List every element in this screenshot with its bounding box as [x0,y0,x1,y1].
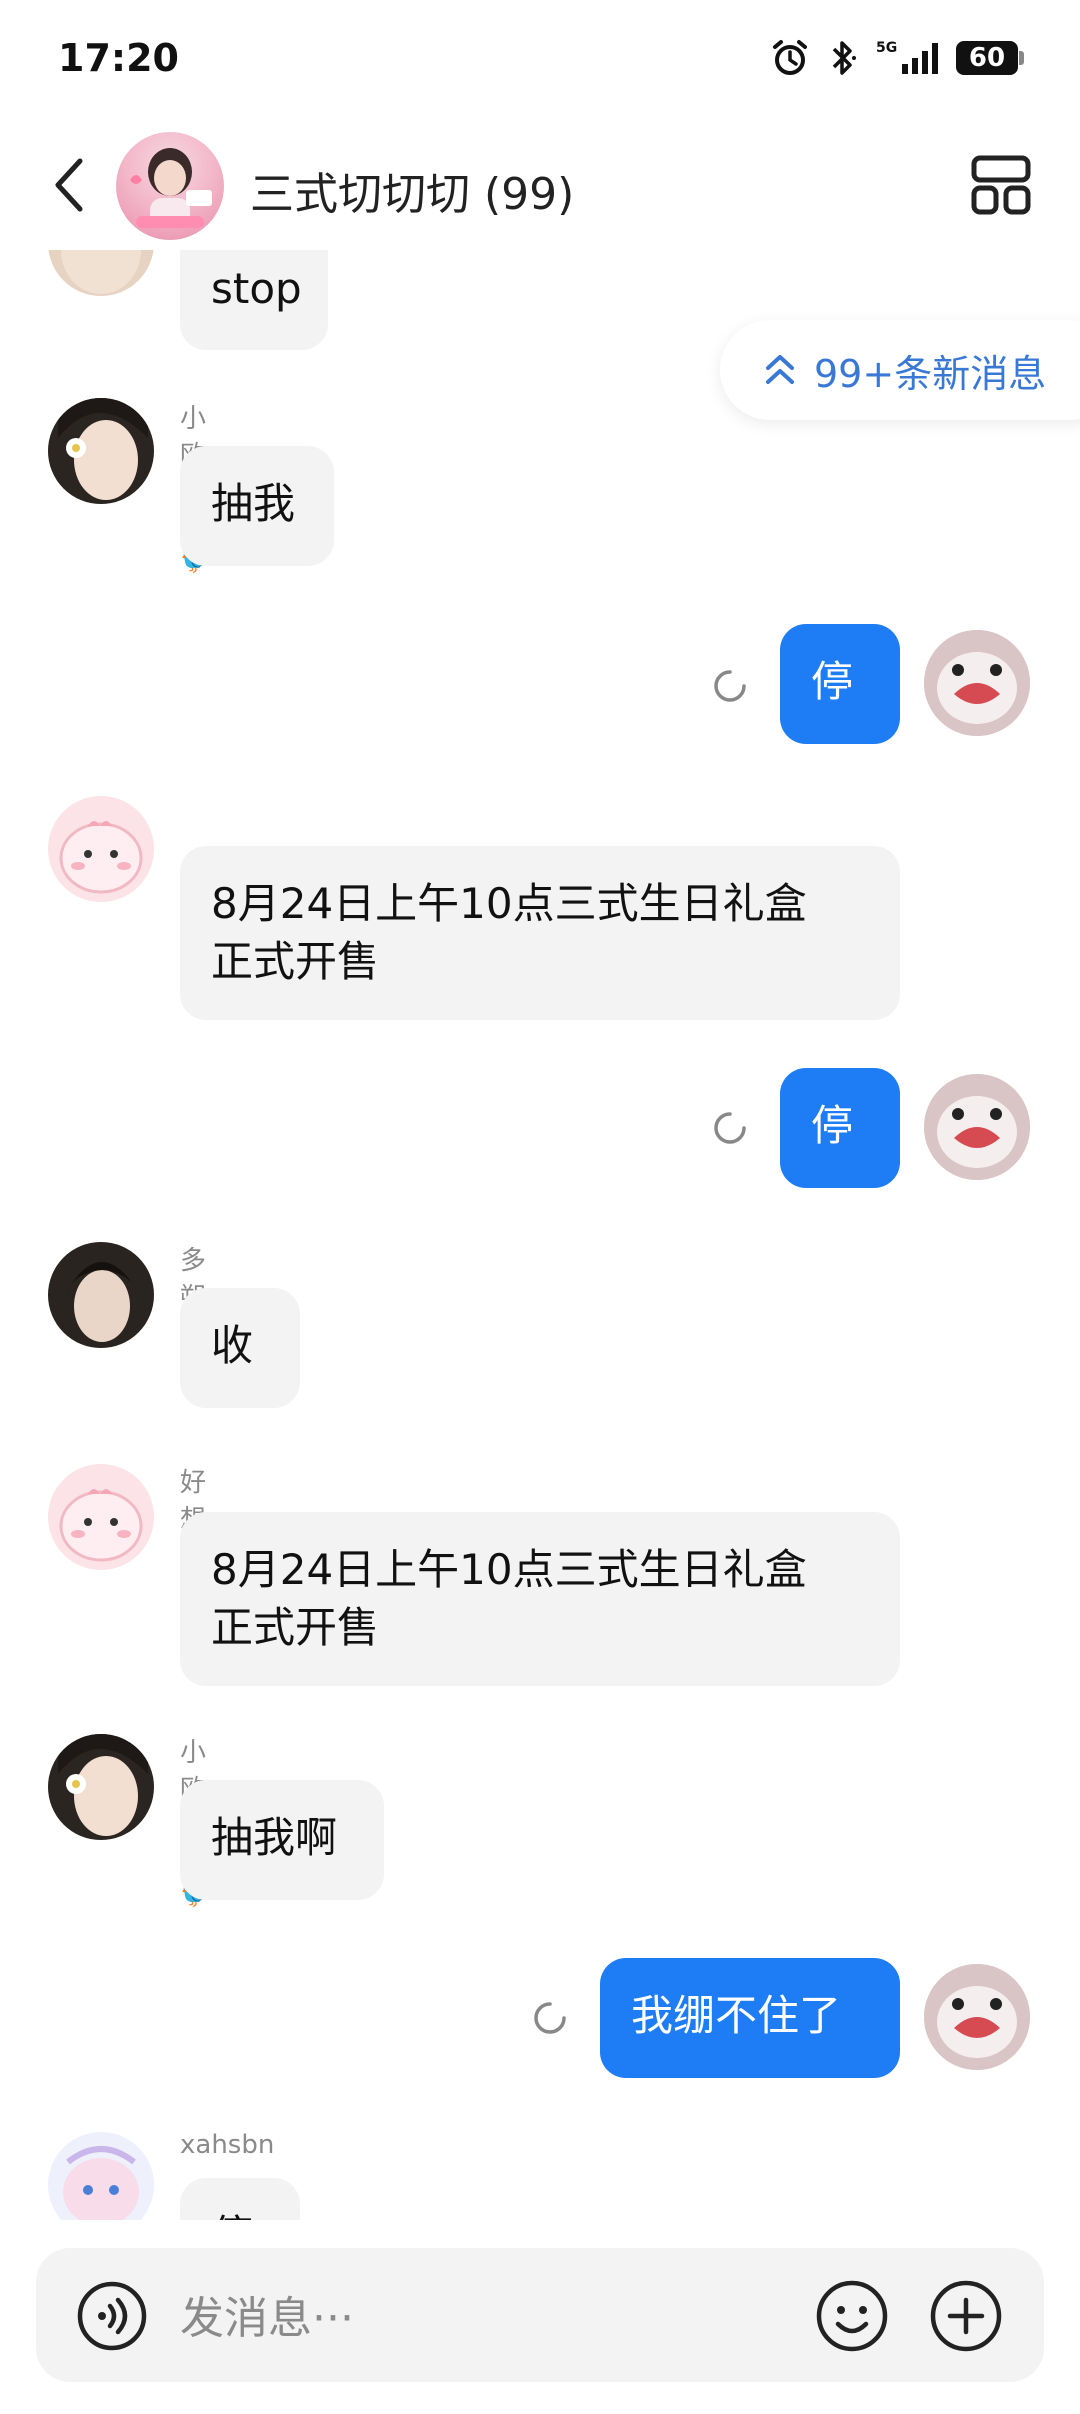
signal-icon: 5G [876,38,940,78]
message-bubble[interactable]: 抽我 [180,446,334,566]
network-label: 5G [876,40,897,56]
message-bubble[interactable]: 8月24日上午10点三式生日礼盒 正式开售 [180,846,900,1020]
group-title: 三式切切切 (99) [250,169,575,220]
back-button[interactable] [40,152,100,218]
avatar[interactable] [48,1464,154,1570]
avatar[interactable] [924,1074,1030,1180]
message-bubble[interactable]: 收 [180,1288,300,1408]
avatar[interactable] [924,630,1030,736]
voice-button[interactable] [76,2280,148,2352]
avatar[interactable] [924,1964,1030,2070]
message-bubble[interactable]: 停 [780,624,900,744]
message-bubble[interactable]: 8月24日上午10点三式生日礼盒 正式开售 [180,1512,900,1686]
back-icon [55,158,83,212]
message-bubble[interactable]: 停 [780,1068,900,1188]
sending-spinner-icon [534,2002,566,2034]
avatar[interactable] [48,1734,154,1840]
bluetooth-icon [826,38,860,78]
new-messages-button[interactable]: 99+条新消息 [720,320,1080,420]
sending-spinner-icon [714,670,746,702]
status-icons: 5G 60 [770,38,1024,78]
message-bubble[interactable]: stop [180,250,328,350]
avatar[interactable] [48,250,154,296]
avatar[interactable] [48,2132,154,2220]
status-bar: 17:20 5G 60 [0,0,1080,120]
message-list[interactable]: stop 99+条新消息 小欧不叽🐦 抽我 停 [0,250,1080,2220]
sending-spinner-icon [714,1112,746,1144]
layout-icon [971,155,1031,215]
message-input[interactable] [178,2282,782,2354]
avatar[interactable] [48,1242,154,1348]
plus-icon [930,2280,1002,2352]
alarm-icon [770,38,810,78]
status-time: 17:20 [58,36,179,80]
avatar[interactable] [48,398,154,504]
message-bubble[interactable]: 停 [180,2178,300,2220]
emoji-button[interactable] [814,2278,890,2354]
emoji-icon [816,2280,888,2352]
message-input-bar [36,2248,1044,2382]
sender-name: xahsbn [180,2130,275,2160]
add-attachment-button[interactable] [928,2278,1004,2354]
message-bubble[interactable]: 我绷不住了 [600,1958,900,2078]
group-avatar[interactable] [116,132,224,240]
layout-button[interactable] [970,154,1032,216]
avatar[interactable] [48,796,154,902]
new-messages-label: 99+条新消息 [814,351,1047,396]
message-bubble[interactable]: 抽我啊 [180,1780,384,1900]
battery-icon: 60 [956,41,1024,75]
chat-header: 三式切切切 (99) [0,120,1080,250]
double-chevron-up-icon [766,355,794,384]
voice-icon [77,2281,147,2351]
